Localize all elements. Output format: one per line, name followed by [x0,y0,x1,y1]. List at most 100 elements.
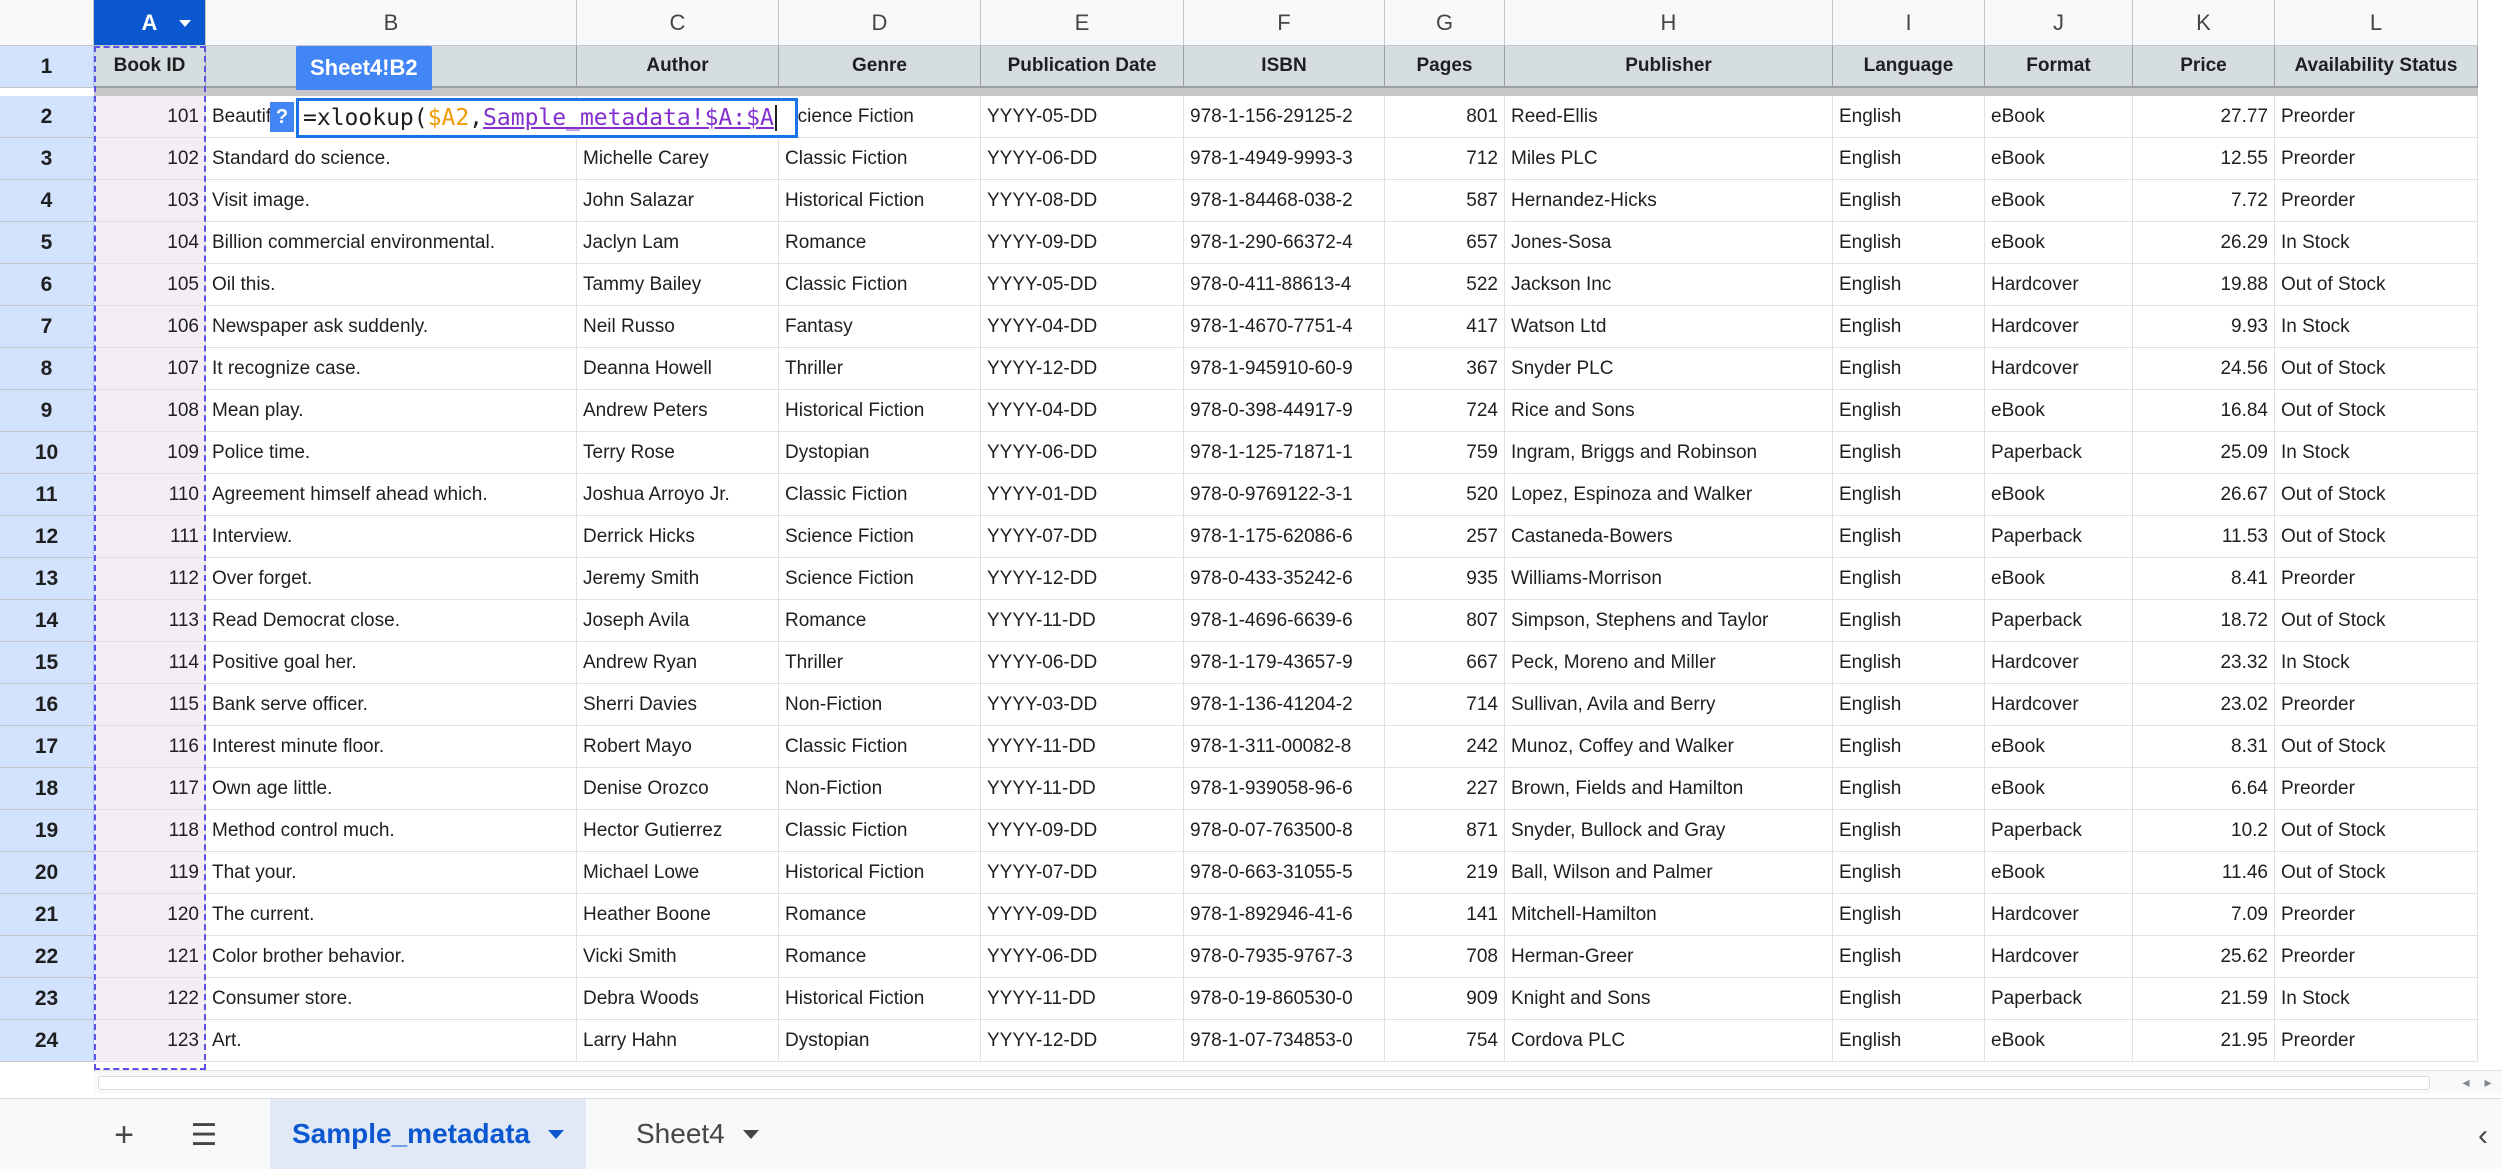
table-cell[interactable]: 25.62 [2133,936,2275,978]
tab-sheet4[interactable]: Sheet4 [614,1099,781,1169]
table-cell[interactable]: 978-1-892946-41-6 [1184,894,1385,936]
table-cell[interactable]: Oil this. [206,264,577,306]
table-cell[interactable]: 978-0-411-88613-4 [1184,264,1385,306]
table-cell[interactable]: In Stock [2275,642,2478,684]
table-cell[interactable]: 26.67 [2133,474,2275,516]
row-header[interactable]: 19 [0,810,94,852]
table-cell[interactable]: 714 [1385,684,1505,726]
table-cell[interactable]: Out of Stock [2275,264,2478,306]
row-header[interactable]: 9 [0,390,94,432]
table-cell[interactable]: English [1833,516,1985,558]
table-cell[interactable]: eBook [1985,474,2133,516]
table-cell[interactable]: 8.41 [2133,558,2275,600]
table-cell[interactable]: Art. [206,1020,577,1062]
table-cell[interactable]: 19.88 [2133,264,2275,306]
row-header[interactable]: 22 [0,936,94,978]
table-cell[interactable]: Non-Fiction [779,684,981,726]
plus-icon[interactable]: + [100,1111,148,1159]
table-cell[interactable]: YYYY-09-DD [981,222,1184,264]
table-cell[interactable]: 978-1-156-29125-2 [1184,96,1385,138]
row-header[interactable]: 6 [0,264,94,306]
table-cell[interactable]: Preorder [2275,936,2478,978]
table-cell[interactable]: YYYY-11-DD [981,600,1184,642]
table-cell[interactable]: English [1833,432,1985,474]
table-cell[interactable]: Tammy Bailey [577,264,779,306]
column-header-i[interactable]: I [1833,0,1985,46]
table-cell[interactable]: Thriller [779,348,981,390]
table-cell[interactable]: 227 [1385,768,1505,810]
table-cell[interactable]: English [1833,768,1985,810]
row-header[interactable]: 18 [0,768,94,810]
table-cell[interactable]: Deanna Howell [577,348,779,390]
row-header[interactable]: 14 [0,600,94,642]
table-cell[interactable]: Read Democrat close. [206,600,577,642]
table-cell[interactable]: 759 [1385,432,1505,474]
table-cell[interactable]: 12.55 [2133,138,2275,180]
table-cell[interactable]: Preorder [2275,558,2478,600]
table-cell[interactable]: English [1833,96,1985,138]
table-cell[interactable]: 21.95 [2133,1020,2275,1062]
column-header-c[interactable]: C [577,0,779,46]
table-cell[interactable]: Own age little. [206,768,577,810]
table-cell[interactable]: 978-0-07-763500-8 [1184,810,1385,852]
table-cell[interactable]: YYYY-01-DD [981,474,1184,516]
table-cell[interactable]: Hardcover [1985,684,2133,726]
table-cell[interactable]: English [1833,264,1985,306]
table-cell[interactable]: 801 [1385,96,1505,138]
table-cell[interactable]: 978-0-663-31055-5 [1184,852,1385,894]
table-cell[interactable]: Snyder PLC [1505,348,1833,390]
table-cell[interactable]: Preorder [2275,684,2478,726]
table-cell[interactable]: Science Fiction [779,96,981,138]
column-header-d[interactable]: D [779,0,981,46]
table-cell[interactable]: Over forget. [206,558,577,600]
row-header[interactable]: 4 [0,180,94,222]
table-cell[interactable]: English [1833,600,1985,642]
table-cell[interactable]: eBook [1985,180,2133,222]
table-cell[interactable]: English [1833,222,1985,264]
table-cell[interactable]: Dystopian [779,1020,981,1062]
table-cell[interactable]: Police time. [206,432,577,474]
chevron-left-icon[interactable]: ‹ [2478,1119,2488,1153]
column-header-b[interactable]: B [206,0,577,46]
table-cell[interactable]: eBook [1985,96,2133,138]
table-cell[interactable]: 978-1-07-734853-0 [1184,1020,1385,1062]
table-cell[interactable]: 24.56 [2133,348,2275,390]
row-header[interactable]: 12 [0,516,94,558]
table-cell[interactable]: Jeremy Smith [577,558,779,600]
table-cell[interactable]: Hardcover [1985,642,2133,684]
table-cell[interactable]: 807 [1385,600,1505,642]
table-cell[interactable]: Mean play. [206,390,577,432]
table-cell[interactable]: English [1833,810,1985,852]
table-cell[interactable]: YYYY-12-DD [981,1020,1184,1062]
table-cell[interactable]: Herman-Greer [1505,936,1833,978]
table-cell[interactable]: Preorder [2275,768,2478,810]
table-cell[interactable]: 116 [94,726,206,768]
horizontal-scrollbar[interactable]: ◂ ▸ [94,1070,2502,1093]
table-cell[interactable]: 23.02 [2133,684,2275,726]
table-cell[interactable]: 141 [1385,894,1505,936]
table-cell[interactable]: Classic Fiction [779,264,981,306]
row-header-1[interactable]: 1 [0,46,94,88]
row-header[interactable]: 13 [0,558,94,600]
column-header-h[interactable]: H [1505,0,1833,46]
table-cell[interactable]: The current. [206,894,577,936]
table-cell[interactable]: 101 [94,96,206,138]
table-cell[interactable]: Preorder [2275,1020,2478,1062]
table-cell[interactable]: Standard do science. [206,138,577,180]
table-cell[interactable]: Michael Lowe [577,852,779,894]
scroll-left-icon[interactable]: ◂ [2456,1071,2476,1093]
table-cell[interactable]: 27.77 [2133,96,2275,138]
table-cell[interactable]: 10.2 [2133,810,2275,852]
table-cell[interactable]: 102 [94,138,206,180]
table-cell[interactable]: 106 [94,306,206,348]
table-cell[interactable]: 109 [94,432,206,474]
table-cell[interactable]: 112 [94,558,206,600]
table-cell[interactable]: YYYY-06-DD [981,642,1184,684]
table-cell[interactable]: Out of Stock [2275,600,2478,642]
header-cell[interactable]: Language [1833,46,1985,88]
table-cell[interactable]: YYYY-07-DD [981,852,1184,894]
table-cell[interactable]: YYYY-06-DD [981,936,1184,978]
table-cell[interactable]: Classic Fiction [779,810,981,852]
table-cell[interactable]: Williams-Morrison [1505,558,1833,600]
table-cell[interactable]: Paperback [1985,978,2133,1020]
